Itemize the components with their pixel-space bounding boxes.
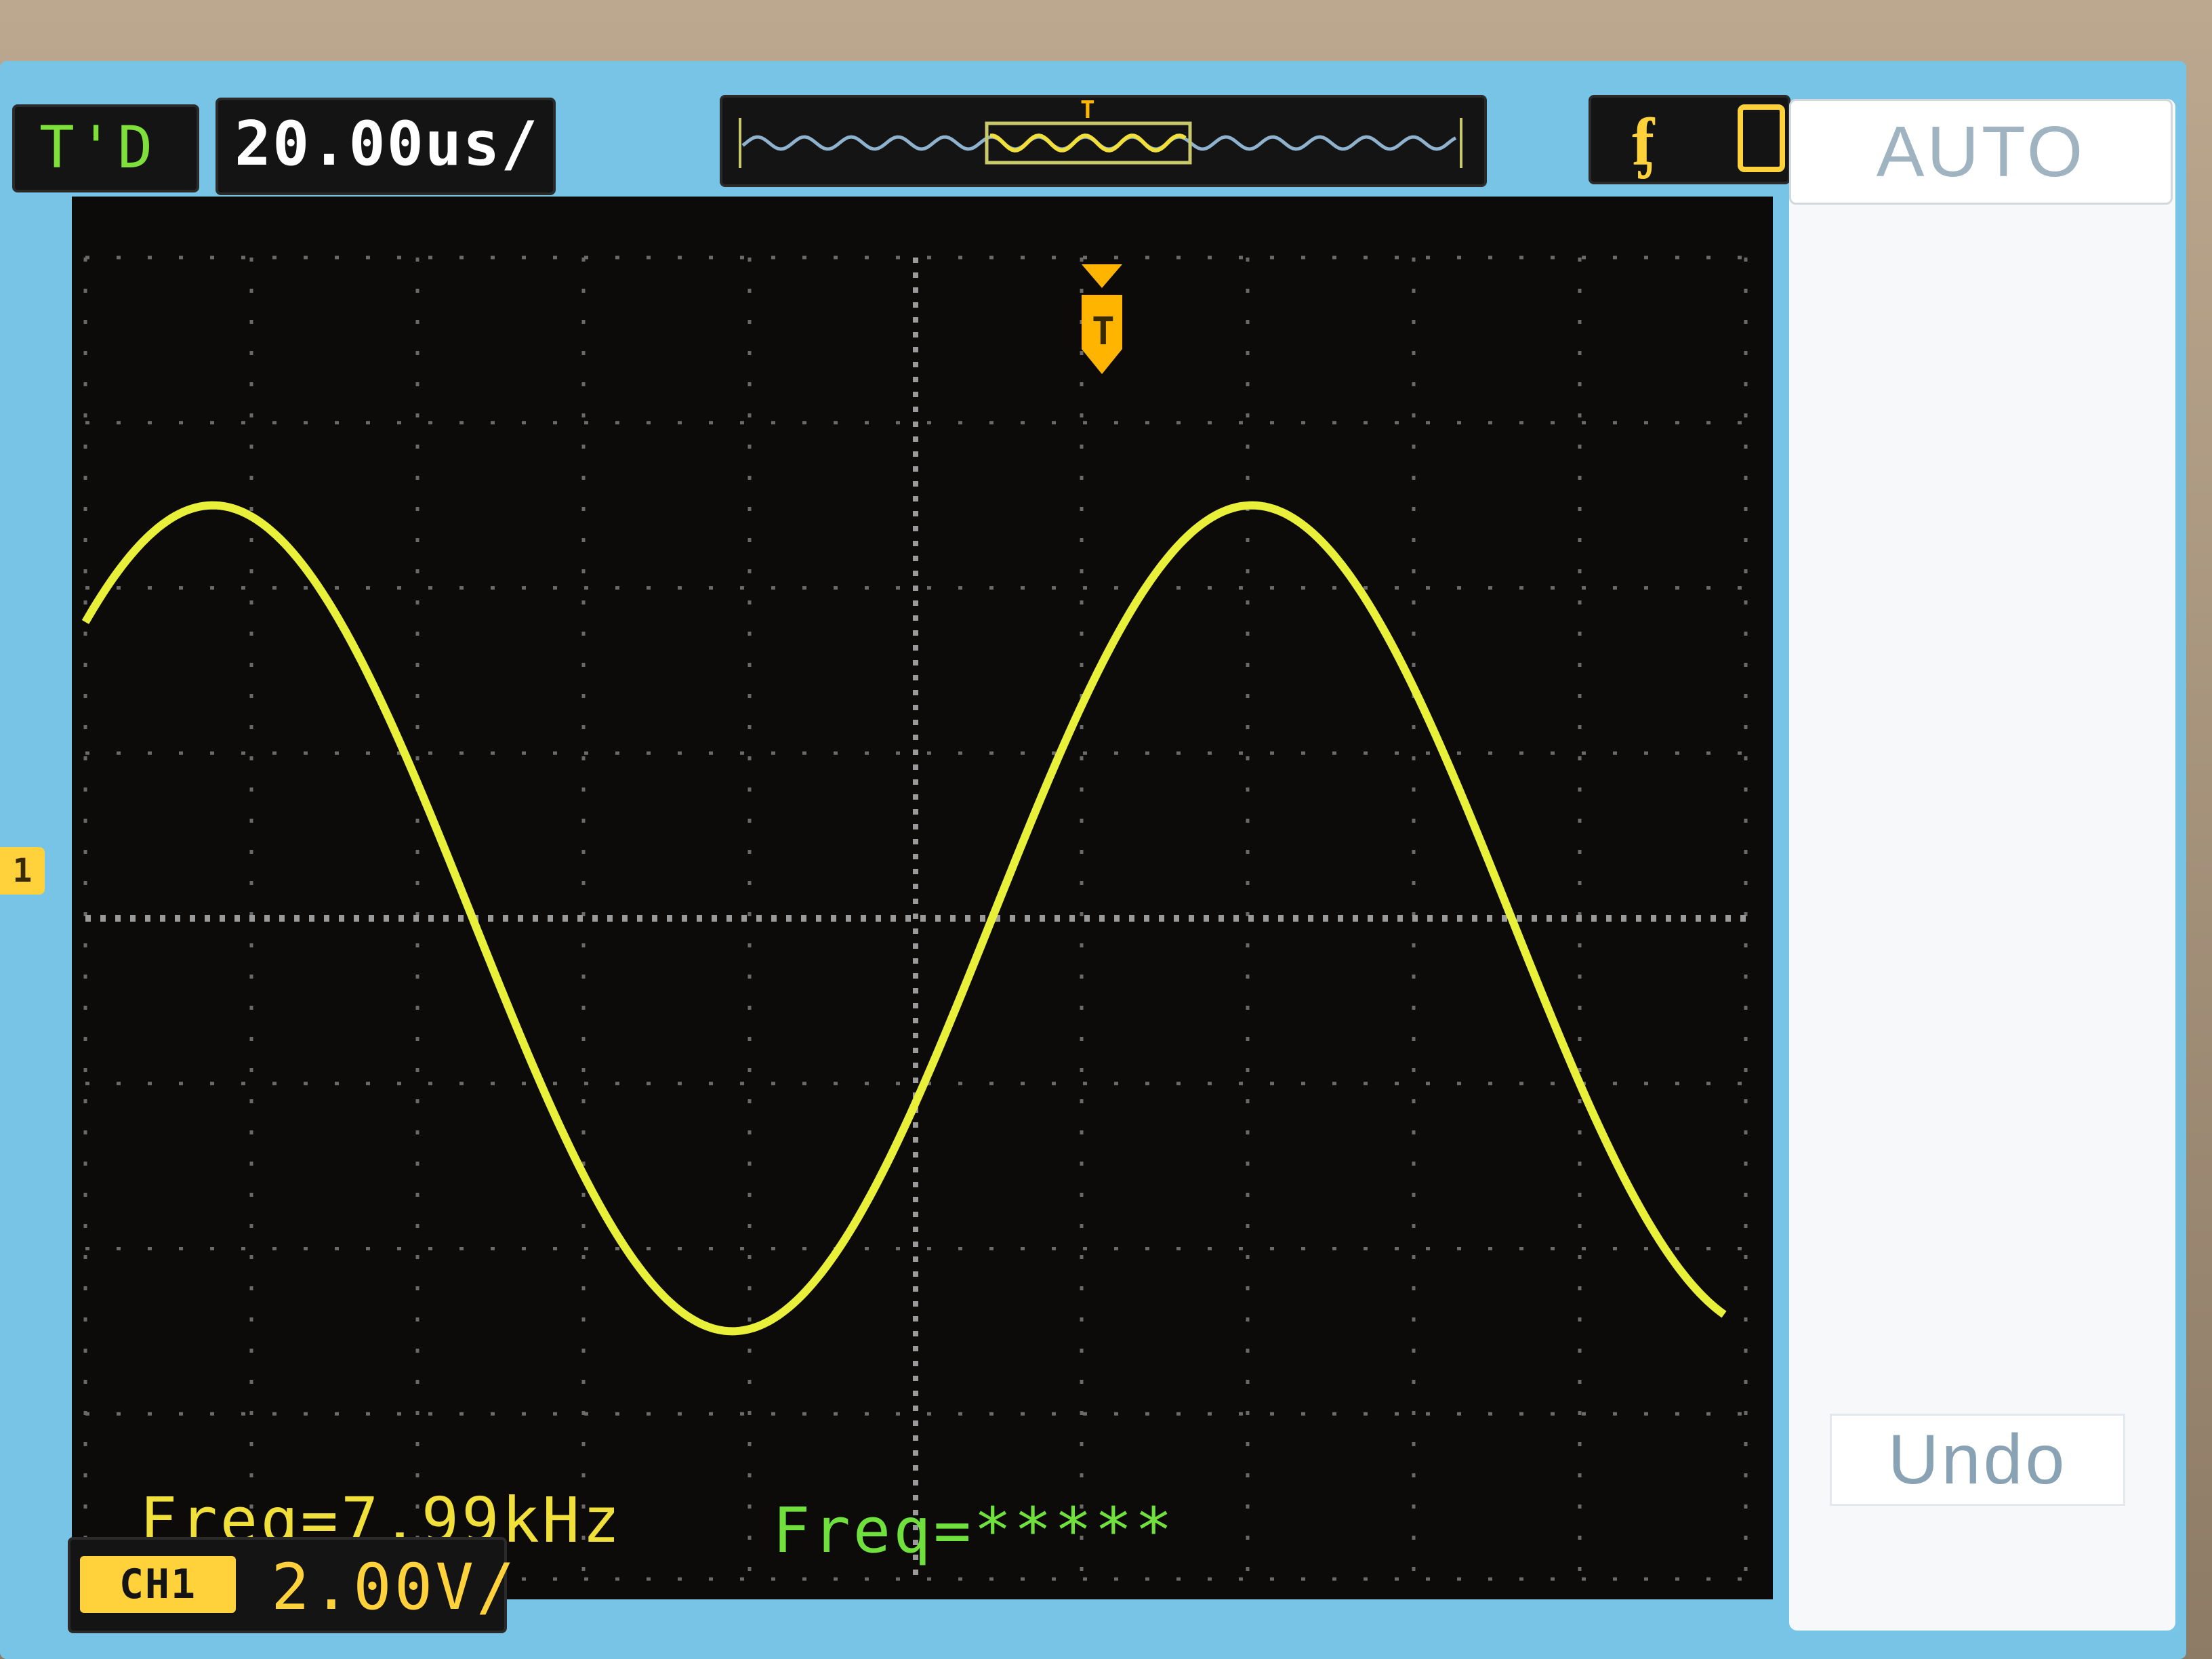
trigger-status: ᶂ <box>1589 95 1790 184</box>
memory-trigger-marker: T <box>1080 98 1095 124</box>
memory-overview-icon: T <box>739 96 1462 168</box>
run-state-indicator: T'D <box>12 104 199 192</box>
scope-screen: T'D 20.00us/ T ᶂ AUTO Undo T Freq=7.99kH… <box>0 61 2186 1659</box>
ch1-ground-marker[interactable]: 1 <box>0 847 45 895</box>
trigger-position-marker[interactable]: T <box>1082 264 1122 374</box>
ch1-volts-per-div: 2.00V/ <box>271 1551 518 1624</box>
rising-edge-icon: ᶂ <box>1632 102 1655 181</box>
ch1-ground-marker-label: 1 <box>12 852 33 890</box>
graticule-grid <box>83 255 1748 1581</box>
auto-mode-softkey[interactable]: AUTO <box>1789 99 2173 205</box>
waveform-display: T Freq=7.99kHz Freq=***** <box>72 197 1773 1599</box>
trigger-marker-label: T <box>1092 310 1115 354</box>
timebase-indicator: 20.00us/ <box>216 98 556 195</box>
waveform-graticule: T Freq=7.99kHz Freq=***** <box>81 255 1748 1581</box>
run-state-label: T'D <box>39 114 157 182</box>
undo-softkey[interactable]: Undo <box>1830 1414 2125 1506</box>
timebase-label: 20.00us/ <box>234 108 539 180</box>
ch1-scale-indicator[interactable]: CH1 2.00V/ <box>68 1537 515 1633</box>
ch1-waveform-trace <box>81 501 1727 1336</box>
ch1-badge: CH1 <box>80 1556 236 1613</box>
trigger-source-icon <box>1738 104 1785 172</box>
softkey-menu: AUTO Undo <box>1789 99 2175 1631</box>
memory-position-bar[interactable]: T <box>720 95 1487 187</box>
ch2-frequency-readout: Freq=***** <box>773 1494 1175 1567</box>
